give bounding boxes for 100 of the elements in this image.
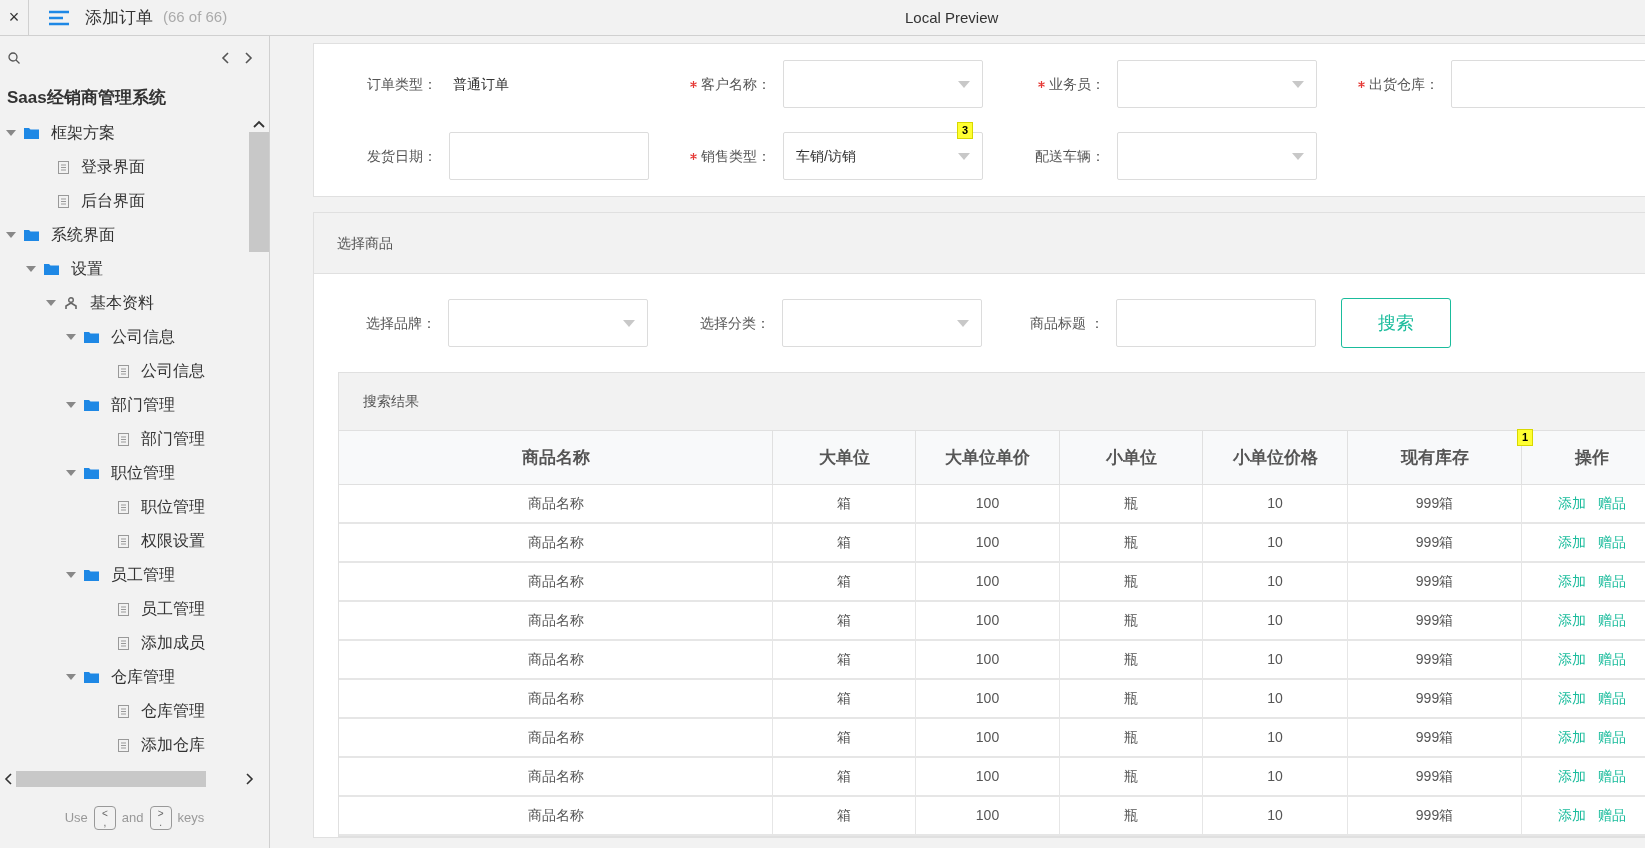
tree-item[interactable]: 公司信息: [0, 320, 249, 354]
folder-icon: [84, 671, 99, 683]
table-cell: 瓶: [1060, 758, 1203, 795]
table-cell: 999箱: [1348, 680, 1522, 717]
close-button[interactable]: ×: [0, 0, 29, 35]
table-cell: 瓶: [1060, 719, 1203, 756]
scrollbar-thumb[interactable]: [16, 771, 206, 787]
table-cell: 箱: [773, 719, 916, 756]
table-cell: 100: [916, 719, 1060, 756]
table-cell: 商品名称: [339, 758, 773, 795]
page-icon: [118, 738, 129, 752]
table-cell: 瓶: [1060, 680, 1203, 717]
input-field[interactable]: [1116, 299, 1316, 347]
page-icon: [118, 364, 129, 378]
field-label: 业务员：: [1049, 74, 1105, 94]
table-cell: 10: [1203, 797, 1348, 834]
table-cell: 箱: [773, 797, 916, 834]
field-label: 发货日期：: [367, 146, 437, 166]
tree-item[interactable]: 框架方案: [0, 116, 249, 150]
input-field[interactable]: [449, 132, 649, 180]
page-icon: [118, 602, 129, 616]
expand-triangle-icon[interactable]: [66, 570, 76, 580]
table-cell: 箱: [773, 602, 916, 639]
page-icon: [118, 636, 129, 650]
scroll-right-icon[interactable]: [246, 773, 254, 785]
column-header: 大单位单价: [916, 431, 1060, 484]
table-cell: 999箱: [1348, 758, 1522, 795]
table-cell: 999箱: [1348, 485, 1522, 522]
column-header: 小单位价格: [1203, 431, 1348, 484]
table-cell: 999箱: [1348, 797, 1522, 834]
tree-item[interactable]: 部门管理: [0, 388, 249, 422]
tree-item[interactable]: 仓库管理: [0, 660, 249, 694]
tree-item[interactable]: 职位管理: [0, 456, 249, 490]
table-cell: 箱: [773, 524, 916, 561]
scroll-up-icon[interactable]: [253, 120, 265, 128]
tree-item[interactable]: 登录界面: [0, 150, 249, 184]
tree-item[interactable]: 仓库管理: [0, 694, 249, 728]
table-cell: 箱: [773, 680, 916, 717]
section-title: 搜索结果: [363, 392, 419, 411]
dropdown-caret-icon: [958, 152, 970, 160]
page-icon: [58, 194, 69, 208]
dropdown-caret-icon: [958, 80, 970, 88]
tree-item[interactable]: 职位管理: [0, 490, 249, 524]
expand-triangle-icon[interactable]: [6, 128, 16, 138]
tree-item[interactable]: 设置: [0, 252, 249, 286]
menu-icon[interactable]: [49, 9, 71, 26]
field-value: 普通订单: [452, 74, 510, 94]
expand-triangle-icon[interactable]: [66, 672, 76, 682]
key-cap: > .: [149, 806, 172, 830]
tree-item[interactable]: 系统界面: [0, 218, 249, 252]
table-cell: 100: [916, 485, 1060, 522]
tree-item[interactable]: 基本资料: [0, 286, 249, 320]
table-cell: 999箱: [1348, 641, 1522, 678]
column-header: 商品名称: [339, 431, 773, 484]
expand-triangle-icon[interactable]: [6, 230, 16, 240]
next-icon[interactable]: [245, 52, 253, 64]
expand-triangle-icon[interactable]: [66, 468, 76, 478]
tree-item[interactable]: 添加成员: [0, 626, 249, 660]
tree-item[interactable]: 后台界面: [0, 184, 249, 218]
column-header: 小单位: [1060, 431, 1203, 484]
table-cell: 100: [916, 602, 1060, 639]
table-cell: 商品名称: [339, 485, 773, 522]
table-cell: 箱: [773, 485, 916, 522]
scrollbar-thumb[interactable]: [249, 132, 269, 252]
table-cell: 999箱: [1348, 602, 1522, 639]
expand-triangle-icon[interactable]: [46, 298, 56, 308]
table-cell: 商品名称: [339, 524, 773, 561]
table-cell: 100: [916, 524, 1060, 561]
page-icon: [118, 534, 129, 548]
table-cell: 瓶: [1060, 524, 1203, 561]
expand-triangle-icon[interactable]: [66, 400, 76, 410]
tree-item[interactable]: 公司信息: [0, 354, 249, 388]
table-cell: 瓶: [1060, 797, 1203, 834]
scroll-left-icon[interactable]: [4, 773, 12, 785]
table-cell: 箱: [773, 758, 916, 795]
search-icon[interactable]: [8, 52, 20, 64]
table-cell: 100: [916, 563, 1060, 600]
folder-icon: [84, 467, 99, 479]
folder-icon: [84, 331, 99, 343]
table-cell: 999箱: [1348, 524, 1522, 561]
previous-icon[interactable]: [221, 52, 229, 64]
folder-icon: [24, 127, 39, 139]
field-label: 出货仓库：: [1369, 74, 1439, 94]
input-field[interactable]: [1451, 60, 1645, 108]
table-cell: 箱: [773, 563, 916, 600]
footnote-badge: 1: [1517, 429, 1534, 446]
table-cell: 10: [1203, 680, 1348, 717]
page-count: (66 of 66): [163, 7, 228, 28]
page-icon: [58, 160, 69, 174]
expand-triangle-icon[interactable]: [66, 332, 76, 342]
tree-item[interactable]: 部门管理: [0, 422, 249, 456]
tree-item[interactable]: 添加仓库: [0, 728, 249, 762]
expand-triangle-icon[interactable]: [26, 264, 36, 274]
field-label: 商品标题 ：: [1030, 313, 1104, 333]
tree-item[interactable]: 员工管理: [0, 558, 249, 592]
tree-item[interactable]: 权限设置: [0, 524, 249, 558]
column-header: 大单位: [773, 431, 916, 484]
hint-text: and: [121, 809, 144, 828]
key-cap: < ,: [93, 806, 116, 830]
tree-item[interactable]: 员工管理: [0, 592, 249, 626]
